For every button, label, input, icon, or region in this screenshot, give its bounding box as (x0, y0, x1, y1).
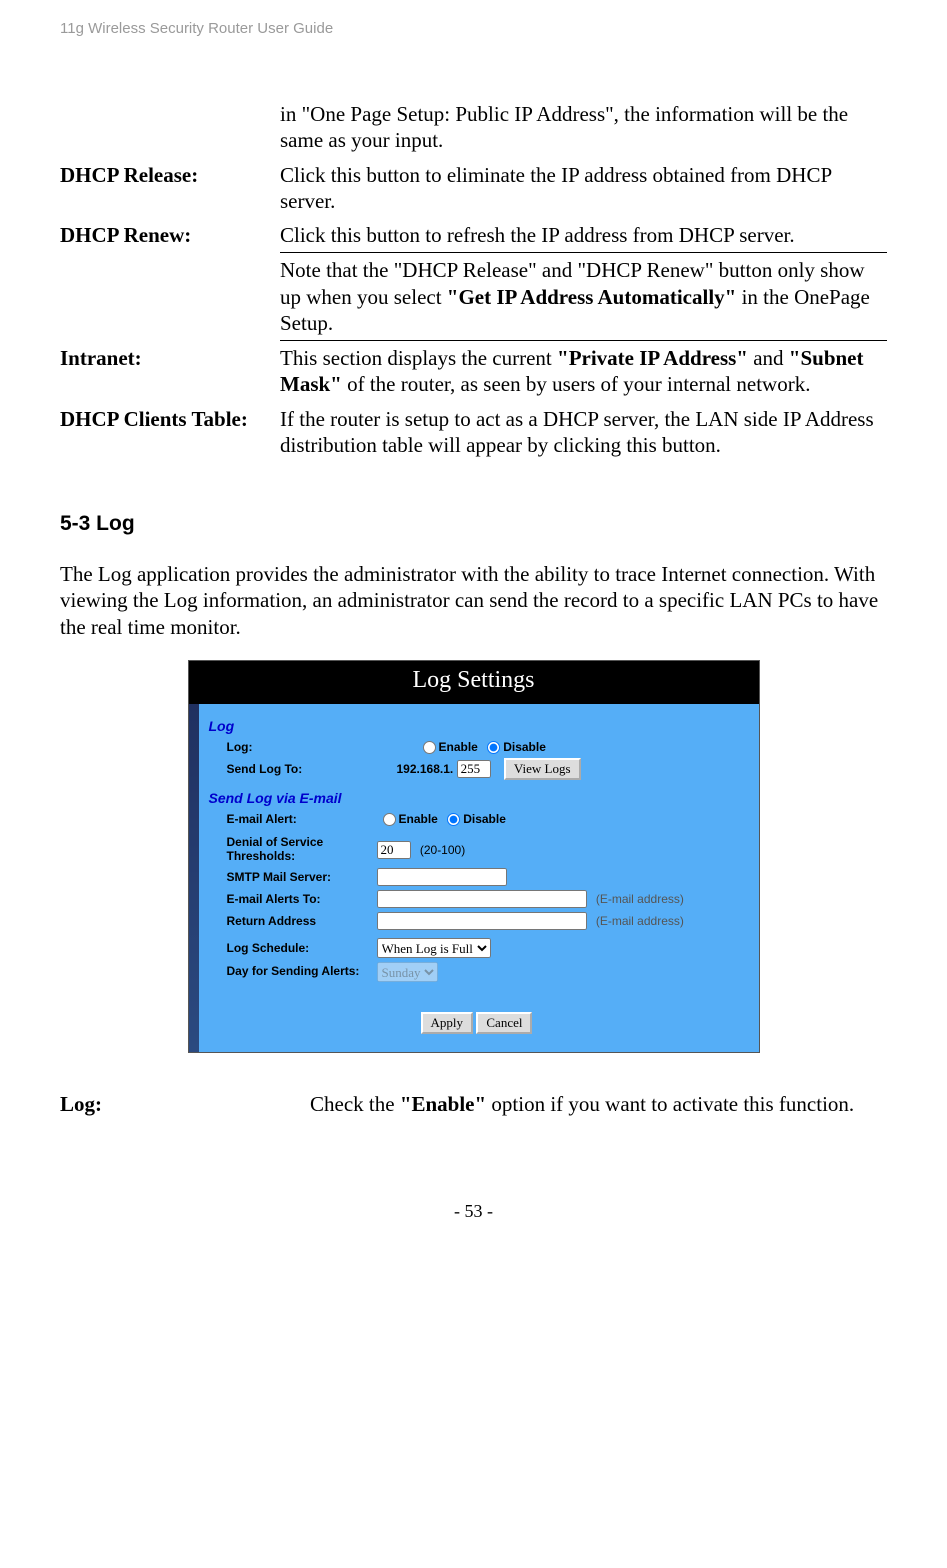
log-label: Log: (209, 740, 377, 754)
view-logs-button[interactable]: View Logs (504, 758, 581, 780)
section-log-label: Log (209, 718, 745, 734)
return-addr-hint: (E-mail address) (596, 914, 684, 928)
alerts-to-input[interactable] (377, 890, 587, 908)
email-alert-radio-group: Enable Disable (377, 812, 506, 826)
dos-hint: (20-100) (420, 843, 465, 857)
smtp-label: SMTP Mail Server: (209, 870, 377, 884)
log-desc-bold: "Enable" (400, 1092, 486, 1116)
intranet-b1: "Private IP Address" (557, 346, 748, 370)
return-addr-input[interactable] (377, 912, 587, 930)
cancel-button[interactable]: Cancel (476, 1012, 532, 1034)
intranet-desc: This section displays the current "Priva… (280, 341, 887, 402)
log-schedule-label: Log Schedule: (209, 941, 377, 955)
section-heading-log: 5-3 Log (60, 512, 887, 536)
day-select[interactable]: Sunday (377, 962, 438, 982)
intranet-pre: This section displays the current (280, 346, 557, 370)
log-disable-text: Disable (503, 740, 546, 754)
screenshot-title: Log Settings (189, 661, 759, 704)
smtp-input[interactable] (377, 868, 507, 886)
dhcp-renew-desc: Click this button to refresh the IP addr… (280, 218, 887, 253)
section-email-label: Send Log via E-mail (209, 790, 745, 806)
log-desc: Check the "Enable" option if you want to… (310, 1087, 887, 1121)
post-definitions-table: Log: Check the "Enable" option if you wa… (60, 1087, 887, 1121)
intranet-term: Intranet: (60, 341, 280, 402)
log-schedule-select[interactable]: When Log is Full (377, 938, 491, 958)
email-disable-radio[interactable] (447, 813, 460, 826)
alerts-to-label: E-mail Alerts To: (209, 892, 377, 906)
intranet-mid: and (748, 346, 789, 370)
clients-term: DHCP Clients Table: (60, 402, 280, 463)
dos-thresholds-label: Denial of Service Thresholds: (209, 836, 377, 864)
day-sending-label: Day for Sending Alerts: (209, 965, 377, 979)
intro-continued: in "One Page Setup: Public IP Address", … (280, 97, 887, 158)
section-paragraph: The Log application provides the adminis… (60, 561, 887, 640)
log-enable-text: Enable (439, 740, 478, 754)
email-disable-text: Disable (463, 812, 506, 826)
email-alert-label: E-mail Alert: (209, 812, 377, 826)
empty-term (60, 97, 280, 158)
email-enable-text: Enable (399, 812, 438, 826)
return-addr-label: Return Address (209, 914, 377, 928)
note-bold: "Get IP Address Automatically" (447, 285, 737, 309)
log-term: Log: (60, 1087, 310, 1121)
log-disable-radio[interactable] (487, 741, 500, 754)
note-empty-term (60, 253, 280, 341)
dhcp-release-term: DHCP Release: (60, 158, 280, 219)
definitions-table: in "One Page Setup: Public IP Address", … (60, 97, 887, 462)
ip-prefix: 192.168.1. (397, 762, 454, 776)
log-settings-screenshot: Log Settings Log Log: Enable Disable Sen… (188, 660, 760, 1053)
send-log-to-label: Send Log To: (209, 762, 377, 776)
log-desc-post: option if you want to activate this func… (486, 1092, 854, 1116)
log-desc-pre: Check the (310, 1092, 400, 1116)
log-radio-group: Enable Disable (417, 740, 546, 754)
ip-last-octet-input[interactable] (457, 760, 491, 778)
screenshot-nav-strip (189, 704, 199, 1052)
dhcp-renew-term: DHCP Renew: (60, 218, 280, 253)
dos-thresholds-input[interactable] (377, 841, 411, 859)
email-enable-radio[interactable] (383, 813, 396, 826)
clients-desc: If the router is setup to act as a DHCP … (280, 402, 887, 463)
dhcp-release-desc: Click this button to eliminate the IP ad… (280, 158, 887, 219)
page-footer: - 53 - (60, 1201, 887, 1222)
intranet-post: of the router, as seen by users of your … (342, 372, 811, 396)
page-header: 11g Wireless Security Router User Guide (60, 20, 887, 37)
apply-button[interactable]: Apply (421, 1012, 474, 1034)
log-enable-radio[interactable] (423, 741, 436, 754)
alerts-to-hint: (E-mail address) (596, 892, 684, 906)
note-text: Note that the "DHCP Release" and "DHCP R… (280, 253, 887, 341)
